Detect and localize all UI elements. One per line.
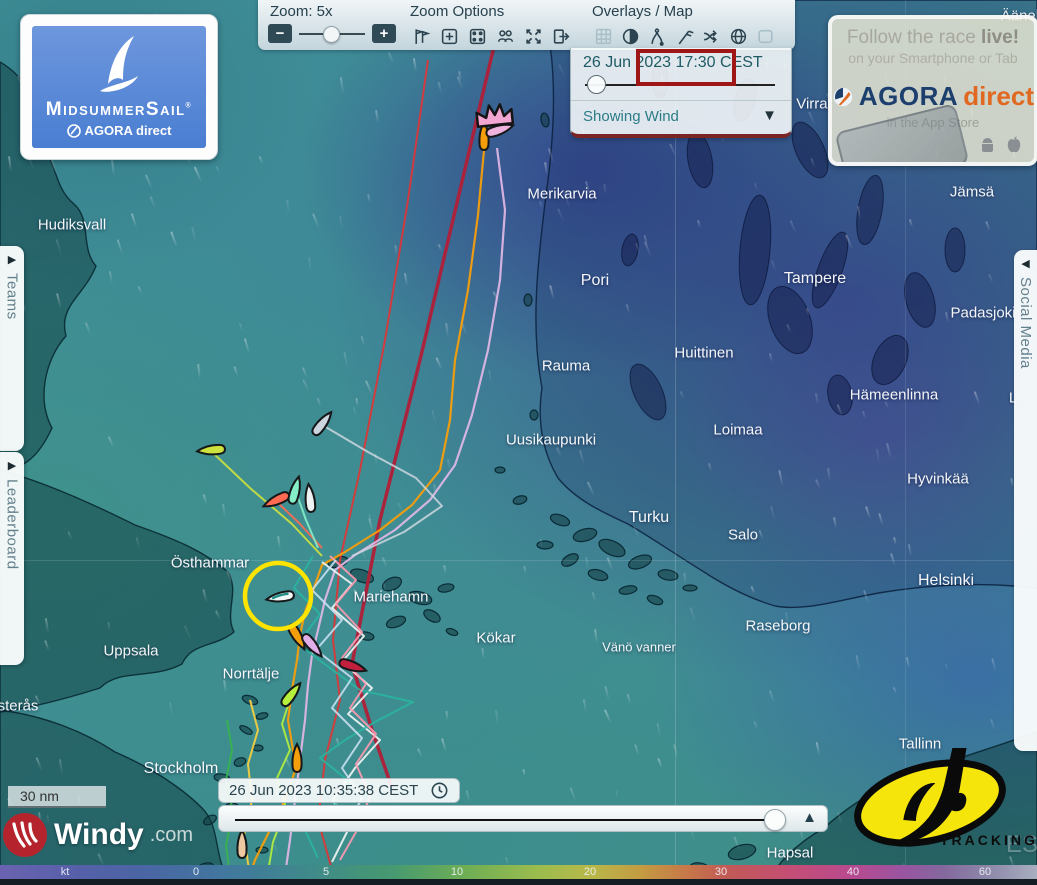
boat-marker[interactable] xyxy=(265,590,294,604)
apple-icon xyxy=(1006,136,1022,154)
teams-tab-label: Teams xyxy=(4,273,21,320)
boat-marker[interactable] xyxy=(197,444,226,456)
legend-tick: 5 xyxy=(323,865,329,879)
timeline-track xyxy=(235,819,777,821)
agora-swirl-icon xyxy=(832,84,854,110)
overlays-map-label: Overlays / Map xyxy=(592,3,693,20)
tracks-group xyxy=(212,0,505,885)
windy-tld-text: .com xyxy=(150,824,193,847)
legend-tick: 30 xyxy=(715,865,727,879)
sidebar-tab-leaderboard[interactable]: ▶ Leaderboard xyxy=(0,452,24,665)
overlay-time-slider[interactable] xyxy=(585,84,775,86)
chevron-left-icon: ◀ xyxy=(1021,257,1029,271)
midsummersail-logo-panel: MidsummerSail® AGORA direct xyxy=(32,26,206,148)
registered-mark: ® xyxy=(186,103,193,110)
midsummersail-logo-card[interactable]: MidsummerSail® AGORA direct xyxy=(20,14,218,160)
race-tracker-app: ÄänekHudiksvallVirratMerikarviaJämsäPori… xyxy=(0,0,1037,885)
sidebar-tab-teams[interactable]: ▶ Teams xyxy=(0,246,24,451)
agora-direct-ad-banner[interactable]: Follow the race live! on your Smartphone… xyxy=(828,15,1037,166)
race-flags-icon[interactable] xyxy=(408,24,434,48)
wind-barb-icon[interactable] xyxy=(671,24,697,48)
globe-basemap-icon[interactable] xyxy=(725,24,751,48)
map-scale: 30 nm xyxy=(8,786,106,808)
chevron-right-icon: ▶ xyxy=(8,459,16,473)
legend-tick: 40 xyxy=(847,865,859,879)
ad-subline: on your Smartphone or Tab xyxy=(832,50,1034,66)
boat-track xyxy=(318,60,428,885)
legend-tick: kt xyxy=(61,865,70,879)
boat-marker[interactable] xyxy=(287,475,303,504)
fleet-group-icon[interactable] xyxy=(492,24,518,48)
sail-logo-icon xyxy=(94,34,144,96)
zoom-out-button[interactable]: − xyxy=(268,24,292,43)
contrast-mode-icon[interactable] xyxy=(617,24,643,48)
boat-track xyxy=(248,150,484,880)
legend-tick: 0 xyxy=(193,865,199,879)
zoom-slider[interactable] xyxy=(299,33,365,35)
exit-follow-icon[interactable] xyxy=(548,24,574,48)
zoom-options-label: Zoom Options xyxy=(410,3,504,20)
chevron-right-icon: ▶ xyxy=(8,253,16,267)
windy-logo[interactable]: Windy .com xyxy=(2,812,193,858)
boat-marker[interactable] xyxy=(310,409,335,437)
windy-circle-icon xyxy=(2,812,48,858)
timeline-datetime-box: 26 Jun 2023 10:35:38 CEST xyxy=(218,778,460,803)
leaderboard-tab-label: Leaderboard xyxy=(4,479,21,570)
showing-wind-dropdown-label[interactable]: Showing Wind xyxy=(583,108,679,125)
windy-brand-text: Windy xyxy=(54,818,144,852)
expand-fullscreen-icon[interactable] xyxy=(520,24,546,48)
agora-direct-subbrand: AGORA direct xyxy=(67,123,172,138)
ad-headline: Follow the race live! xyxy=(832,27,1034,49)
legend-tick: 20 xyxy=(584,865,596,879)
agora-circle-icon xyxy=(67,124,81,138)
timeline-slider[interactable]: ▲ xyxy=(218,805,828,832)
route-tracks-icon[interactable] xyxy=(644,24,670,48)
overlay-datetime: 26 Jun 2023 17:30 CEST xyxy=(583,54,763,72)
shuffle-predictor-icon[interactable] xyxy=(698,24,724,48)
timeline-datetime: 26 Jun 2023 10:35:38 CEST xyxy=(229,782,418,799)
smartphone-image xyxy=(834,103,969,166)
zoom-level-label: Zoom: 5x xyxy=(270,3,333,20)
overlay-time-panel: 26 Jun 2023 17:30 CEST Showing Wind ▼ xyxy=(570,48,792,138)
boat-marker[interactable] xyxy=(304,484,316,513)
clock-icon[interactable] xyxy=(430,781,449,800)
boat-marker[interactable] xyxy=(279,680,304,708)
zoom-slider-handle[interactable] xyxy=(323,26,340,43)
platform-icons xyxy=(979,136,1022,154)
zoom-to-area-icon[interactable] xyxy=(436,24,462,48)
midsummersail-brand-text: MidsummerSail® xyxy=(46,99,192,121)
legend-tick: 10 xyxy=(451,865,463,879)
map-toolbar: Zoom: 5x − + Zoom Options Overlays / Map xyxy=(258,0,795,50)
legend-tick: 60 xyxy=(979,865,991,879)
sidebar-tab-social-media[interactable]: ◀ Social Media xyxy=(1014,250,1037,751)
zoom-in-button[interactable]: + xyxy=(372,24,396,43)
plain-map-icon[interactable] xyxy=(752,24,778,48)
overlay-time-slider-handle[interactable] xyxy=(587,75,606,94)
boat-marker[interactable] xyxy=(237,830,246,858)
bottom-strip xyxy=(0,879,1037,885)
social-media-tab-label: Social Media xyxy=(1017,277,1034,369)
panel-divider xyxy=(571,100,791,101)
timeline-slider-handle[interactable] xyxy=(764,809,786,831)
chevron-down-icon[interactable]: ▼ xyxy=(762,107,777,124)
scatter-points-icon[interactable] xyxy=(464,24,490,48)
grid-overlay-icon[interactable] xyxy=(590,24,616,48)
android-icon xyxy=(979,136,996,154)
wind-speed-legend: kt 0 5 10 20 30 40 60 xyxy=(0,865,1037,879)
play-button[interactable]: ▲ xyxy=(802,809,817,826)
